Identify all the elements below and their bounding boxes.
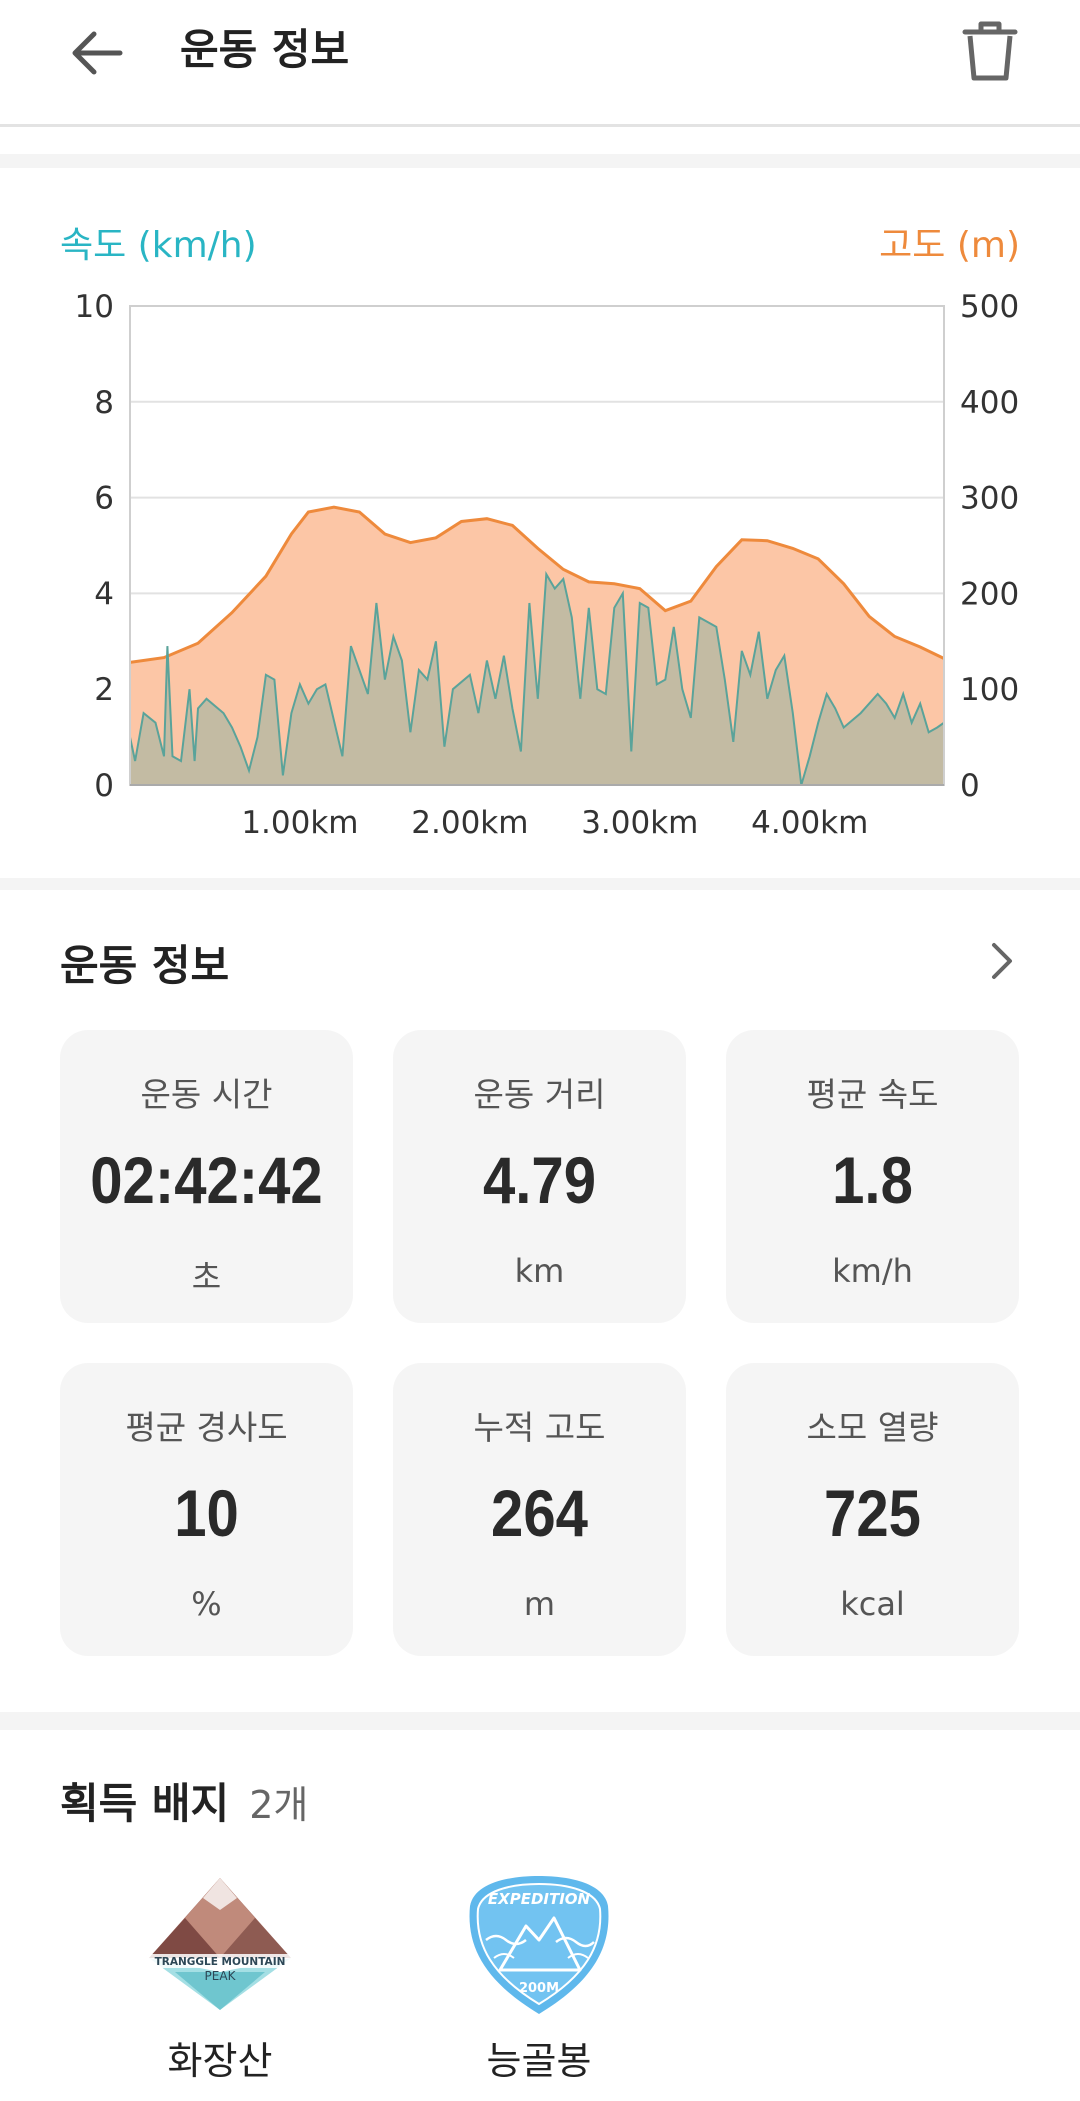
- stat-label: 소모 열량: [806, 1408, 939, 1447]
- left-tick-label: 6: [94, 481, 114, 517]
- stat-card-duration: 운동 시간 02:42:42 초: [60, 1030, 353, 1323]
- badges-section: 획득 배지 2개 TRANGGLE MOUNTAIN PEAK 화장산 EXPED…: [0, 1730, 1080, 2101]
- stat-unit: m: [523, 1585, 556, 1623]
- left-tick-label: 2: [94, 672, 114, 708]
- badge-item[interactable]: TRANGGLE MOUNTAIN PEAK 화장산: [115, 1870, 325, 2085]
- stat-value: 4.79: [482, 1143, 597, 1217]
- left-tick-label: 10: [75, 289, 114, 325]
- stat-label: 평균 속도: [806, 1075, 939, 1114]
- stat-value: 1.8: [832, 1143, 913, 1217]
- badge-art-text: EXPEDITION: [488, 1890, 591, 1908]
- stat-label: 운동 시간: [140, 1075, 273, 1114]
- workout-info-section: 운동 정보 운동 시간 02:42:42 초 운동 거리 4.79 km 평균 …: [0, 890, 1080, 1710]
- stat-unit: km/h: [832, 1252, 913, 1290]
- stat-value: 264: [491, 1476, 588, 1550]
- section-divider: [0, 878, 1080, 890]
- badge-art-text: PEAK: [205, 1969, 237, 1983]
- section-title: 운동 정보: [60, 941, 230, 990]
- badge-art-text: 200M: [519, 1981, 559, 1996]
- x-tick-label: 3.00km: [581, 805, 698, 841]
- back-button[interactable]: [62, 22, 142, 102]
- info-detail-button[interactable]: [982, 936, 1022, 986]
- stat-unit: kcal: [840, 1585, 905, 1623]
- right-tick-label: 500: [960, 289, 1019, 325]
- stat-unit: 초: [191, 1258, 222, 1296]
- delete-button[interactable]: [955, 18, 1025, 98]
- stat-unit: km: [514, 1252, 565, 1290]
- left-tick-label: 0: [94, 768, 114, 804]
- x-tick-label: 4.00km: [751, 805, 868, 841]
- badges-title-text: 획득 배지: [60, 1779, 230, 1828]
- stat-card-calories: 소모 열량 725 kcal: [726, 1363, 1019, 1656]
- stat-unit: %: [191, 1585, 222, 1623]
- stat-label: 평균 경사도: [125, 1408, 288, 1447]
- stat-card-elevation-gain: 누적 고도 264 m: [393, 1363, 686, 1656]
- badge-label: 능골봉: [486, 2039, 592, 2083]
- back-arrow-icon: [72, 31, 123, 75]
- badge-count: 2개: [249, 1783, 309, 1827]
- left-tick-label: 8: [94, 385, 114, 421]
- stat-card-distance: 운동 거리 4.79 km: [393, 1030, 686, 1323]
- stat-value: 02:42:42: [90, 1143, 323, 1217]
- right-tick-label: 0: [960, 768, 980, 804]
- right-tick-label: 200: [960, 576, 1019, 612]
- left-tick-label: 4: [94, 576, 114, 612]
- badge-label: 화장산: [167, 2039, 273, 2083]
- speed-altitude-chart: 024681001002003004005001.00km 2.00km 3.00k…: [75, 289, 1020, 841]
- x-tick-label: 2.00km: [411, 805, 528, 841]
- section-divider: [0, 154, 1080, 168]
- chevron-right-icon: [992, 943, 1012, 979]
- stat-value: 10: [174, 1476, 239, 1550]
- app-header: 운동 정보: [0, 0, 1080, 127]
- right-tick-label: 100: [960, 672, 1019, 708]
- section-divider: [0, 1712, 1080, 1730]
- stat-value: 725: [824, 1476, 921, 1550]
- badge-art-text: TRANGGLE MOUNTAIN: [155, 1956, 286, 1968]
- badges-title: 획득 배지 2개: [60, 1770, 308, 1831]
- right-tick-label: 300: [960, 481, 1019, 517]
- chart-section: 속도 (km/h) 고도 (m) 0 2 4 6 8 10 0 100 200 300 400 500…: [0, 168, 1080, 878]
- stat-card-avg-slope: 평균 경사도 10 %: [60, 1363, 353, 1656]
- mountain-peak-badge-icon: TRANGGLE MOUNTAIN PEAK: [147, 1878, 293, 2010]
- stat-card-avg-speed: 평균 속도 1.8 km/h: [726, 1030, 1019, 1323]
- x-tick-label: 1.00km: [241, 805, 358, 841]
- badge-item[interactable]: EXPEDITION 200M 능골봉: [434, 1870, 644, 2085]
- right-tick-label: 400: [960, 385, 1019, 421]
- expedition-badge-icon: EXPEDITION 200M: [469, 1876, 609, 2014]
- page-title: 운동 정보: [180, 25, 350, 74]
- trash-icon: [962, 21, 1018, 81]
- stat-label: 누적 고도: [473, 1408, 606, 1447]
- stat-label: 운동 거리: [473, 1075, 606, 1114]
